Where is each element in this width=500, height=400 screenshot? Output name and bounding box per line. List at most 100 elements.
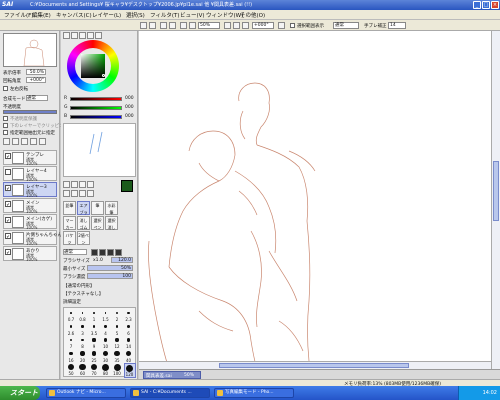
minimize-button[interactable]: _ <box>473 1 481 9</box>
menu-filter[interactable]: フィルタ(T) <box>150 11 180 19</box>
brush-size-preset[interactable]: 30 <box>101 350 111 363</box>
tool-select-erase[interactable]: 選択消し <box>105 216 118 230</box>
eye-icon[interactable]: ✔ <box>5 153 11 159</box>
close-button[interactable]: × <box>491 1 499 9</box>
correction-input[interactable]: 14 <box>388 22 406 29</box>
opacity-slider[interactable] <box>3 110 57 114</box>
task-photo[interactable]: 写真編集モード - Pho... <box>214 388 294 398</box>
reset-rotation-button[interactable] <box>242 22 249 29</box>
tool-watercolor[interactable]: 水彩筆 <box>105 201 118 215</box>
zoom-field[interactable]: 50.0% <box>26 69 46 75</box>
brush-size-preset[interactable]: 3.5 <box>89 323 99 336</box>
scratchpad[interactable] <box>63 123 136 177</box>
start-button[interactable]: スタート <box>0 386 40 400</box>
brush-size-preset[interactable]: 6 <box>124 323 134 336</box>
color-wheel-toggle[interactable] <box>63 32 70 39</box>
brush-size-preset[interactable]: 7 <box>66 336 76 349</box>
canvas[interactable] <box>139 31 491 370</box>
menu-view[interactable]: ビュー(V) <box>180 11 205 19</box>
brush-shape-button-4[interactable] <box>115 249 122 256</box>
tool-binary-pen[interactable]: 2値ペン <box>77 231 90 245</box>
brush-size-preset[interactable]: 35 <box>112 350 122 363</box>
brush-size-preset[interactable]: 80 <box>101 363 111 376</box>
new-layer-button[interactable] <box>3 138 10 145</box>
zoom-tool[interactable] <box>63 190 70 197</box>
hsv-slider-toggle[interactable] <box>79 32 86 39</box>
menu-other[interactable]: その他(O) <box>240 11 265 19</box>
zoom-in-button[interactable] <box>180 22 187 29</box>
tool-select-pen[interactable]: 選択ペン <box>91 216 104 230</box>
r-slider[interactable] <box>70 97 122 101</box>
eyedropper-tool[interactable] <box>87 190 94 197</box>
brush-size-preset[interactable]: 3 <box>78 323 88 336</box>
b-slider[interactable] <box>70 115 122 119</box>
delete-layer-button[interactable] <box>39 138 46 145</box>
brush-size-preset[interactable]: 25 <box>89 350 99 363</box>
blend-mode-select[interactable]: 通常 <box>333 22 359 29</box>
brush-size-preset[interactable]: 10 <box>101 336 111 349</box>
deselect-button[interactable] <box>160 22 167 29</box>
new-folder-button[interactable] <box>12 138 19 145</box>
brush-size-preset[interactable]: 2 <box>112 309 122 322</box>
task-sai[interactable]: SAI - C:¥Documents ... <box>130 388 210 398</box>
protect-opacity-checkbox[interactable] <box>3 116 8 121</box>
density-field[interactable]: 100 <box>87 273 133 279</box>
tool-bucket[interactable]: バケツ <box>63 231 76 245</box>
eye-icon[interactable]: ✔ <box>5 217 11 223</box>
brush-size-preset[interactable]: 100 <box>112 363 122 376</box>
undo-button[interactable] <box>140 22 147 29</box>
brush-size-preset[interactable]: 0.7 <box>66 309 76 322</box>
redo-button[interactable] <box>149 22 156 29</box>
eye-icon[interactable]: ✔ <box>5 185 11 191</box>
clipping-checkbox[interactable] <box>3 123 8 128</box>
brush-size-preset[interactable]: 2.3 <box>124 309 134 322</box>
magic-wand-tool[interactable] <box>79 181 86 188</box>
file-tab[interactable]: 関具表差.sai 50% <box>143 371 201 379</box>
tool-eraser[interactable]: 消しゴム <box>77 216 90 230</box>
brush-size-preset[interactable]: 8 <box>78 336 88 349</box>
brush-size-preset[interactable]: 1 <box>89 309 99 322</box>
brush-size-preset[interactable]: 9 <box>89 336 99 349</box>
menu-edit[interactable]: 編集(E) <box>32 11 51 19</box>
horizontal-scrollbar[interactable] <box>139 361 491 369</box>
brush-shape-button-2[interactable] <box>99 249 106 256</box>
brush-shape-button-3[interactable] <box>107 249 114 256</box>
eye-icon[interactable] <box>5 169 11 175</box>
detail-settings-label[interactable]: 詳細設定 <box>63 299 81 305</box>
layer-item-6[interactable]: ✔ あかり 通常 100% <box>3 246 57 262</box>
brush-size-preset[interactable]: 70 <box>89 363 99 376</box>
brush-blend-select[interactable]: 通常 <box>63 249 87 255</box>
g-slider[interactable] <box>70 106 122 110</box>
rotate-right-button[interactable] <box>233 22 240 29</box>
rotate-field[interactable]: +000° <box>26 77 46 83</box>
layer-item-0[interactable]: ✔ テンプレ 通常 100% <box>3 150 57 166</box>
move-tool[interactable] <box>87 181 94 188</box>
layer-item-2[interactable]: ✔ レイヤー3 通常 100% <box>3 182 57 198</box>
transfer-down-button[interactable] <box>21 138 28 145</box>
selection-display-checkbox[interactable] <box>290 23 295 28</box>
brush-size-preset[interactable]: 2.6 <box>66 323 76 336</box>
hand-tool[interactable] <box>79 190 86 197</box>
crop-button[interactable] <box>169 22 176 29</box>
zoom-input[interactable]: 50% <box>198 22 220 29</box>
eye-icon[interactable]: ✔ <box>5 233 11 239</box>
current-color-swatch[interactable] <box>121 180 133 192</box>
menu-file[interactable]: ファイル(F) <box>4 11 33 19</box>
eye-icon[interactable]: ✔ <box>5 249 11 255</box>
zoom-out-button[interactable] <box>189 22 196 29</box>
flip-button[interactable] <box>278 22 285 29</box>
lasso-tool[interactable] <box>71 181 78 188</box>
angle-input[interactable]: +000° <box>252 22 274 29</box>
rotate-left-button[interactable] <box>224 22 231 29</box>
h-scrollbar-thumb[interactable] <box>219 363 409 368</box>
brush-size-preset[interactable]: 1.5 <box>101 309 111 322</box>
layer-item-3[interactable]: ✔ メイン 通常 100% <box>3 198 57 214</box>
menu-canvas[interactable]: キャンバス(C) <box>56 11 92 19</box>
layer-item-5[interactable]: ✔ 片側ちゃんちゃん 通常 100% <box>3 230 62 246</box>
menu-select[interactable]: 選択(S) <box>126 11 145 19</box>
vertical-scrollbar[interactable] <box>491 31 500 369</box>
min-size-field[interactable]: 50% <box>87 265 133 271</box>
color-wheel[interactable] <box>67 40 119 92</box>
scratchpad-toggle[interactable] <box>95 32 102 39</box>
flip-checkbox[interactable] <box>3 86 8 91</box>
